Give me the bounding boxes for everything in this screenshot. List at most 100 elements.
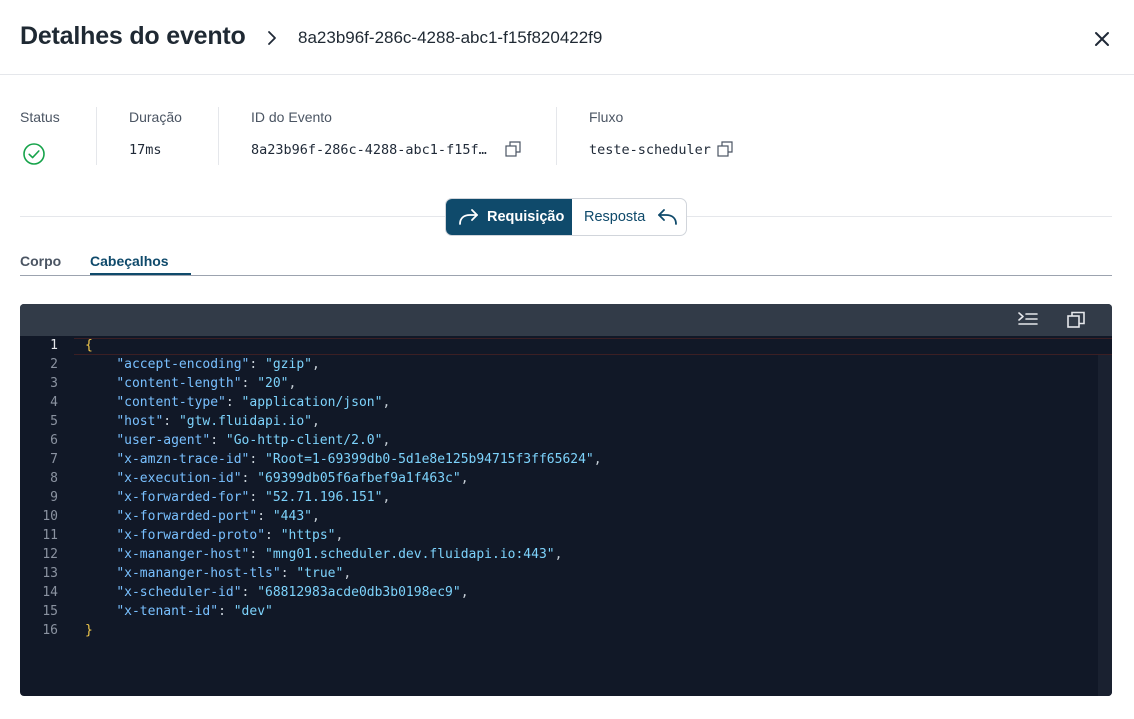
divider	[96, 107, 97, 165]
json-key: "x-execution-id"	[116, 471, 242, 486]
editor-scrollbar[interactable]	[1098, 355, 1112, 696]
flow-value: teste-scheduler	[589, 142, 711, 158]
divider	[556, 107, 557, 165]
code-content: "content-type": "application/json",	[116, 395, 391, 410]
code-content: "x-forwarded-proto": "https",	[116, 528, 344, 543]
line-number: 1	[50, 338, 58, 353]
json-value: "443"	[272, 509, 312, 524]
code-content: }	[85, 621, 93, 640]
line-number: 9	[50, 490, 58, 505]
request-toggle-label: Requisição	[487, 209, 565, 225]
redo-arrow-icon	[459, 209, 478, 225]
json-value: "Go-http-client/2.0"	[225, 433, 383, 448]
code-line: 9 "x-forwarded-for": "52.71.196.151",	[20, 488, 1098, 507]
code-line: 6 "user-agent": "Go-http-client/2.0",	[20, 431, 1098, 450]
response-toggle-button[interactable]: Resposta	[572, 199, 686, 235]
tab-body[interactable]: Corpo	[20, 253, 61, 269]
copy-icon[interactable]	[1066, 311, 1086, 329]
line-number: 12	[42, 547, 58, 562]
code-line: 3 "content-length": "20",	[20, 374, 1098, 393]
close-icon[interactable]	[1092, 29, 1112, 49]
code-line: 2 "accept-encoding": "gzip",	[20, 355, 1098, 374]
line-number: 14	[42, 585, 58, 600]
code-line: 14 "x-scheduler-id": "68812983acde0db3b0…	[20, 583, 1098, 602]
code-content: "host": "gtw.fluidapi.io",	[116, 414, 320, 429]
json-key: "accept-encoding"	[116, 357, 250, 372]
json-value: "gzip"	[265, 357, 312, 372]
line-number: 7	[50, 452, 58, 467]
request-response-toggle: Requisição Resposta	[445, 198, 687, 236]
line-number: 11	[42, 528, 58, 543]
event-id-value: 8a23b96f-286c-4288-abc1-f15f…	[251, 142, 487, 158]
code-line: 4 "content-type": "application/json",	[20, 393, 1098, 412]
json-value: "application/json"	[241, 395, 383, 410]
code-line: 12 "x-mananger-host": "mng01.scheduler.d…	[20, 545, 1098, 564]
reply-arrow-icon	[658, 209, 678, 225]
code-line: 8 "x-execution-id": "69399db05f6afbef9a1…	[20, 469, 1098, 488]
json-value: "69399db05f6afbef9a1f463c"	[257, 471, 461, 486]
json-key: "x-forwarded-proto"	[116, 528, 266, 543]
code-content: "x-forwarded-for": "52.71.196.151",	[116, 490, 391, 505]
code-area[interactable]: 1{2 "accept-encoding": "gzip", 3 "content…	[20, 336, 1112, 696]
duration-value: 17ms	[129, 142, 162, 158]
json-value: "68812983acde0db3b0198ec9"	[257, 585, 461, 600]
active-tab-indicator	[90, 273, 191, 275]
editor-toolbar	[20, 304, 1112, 336]
code-content: "x-amzn-trace-id": "Root=1-69399db0-5d1e…	[116, 452, 602, 467]
code-line: 7 "x-amzn-trace-id": "Root=1-69399db0-5d…	[20, 450, 1098, 469]
code-line: 15 "x-tenant-id": "dev"	[20, 602, 1098, 621]
tab-headers[interactable]: Cabeçalhos	[90, 253, 169, 269]
format-indent-icon[interactable]	[1018, 311, 1038, 329]
code-content: "user-agent": "Go-http-client/2.0",	[116, 433, 391, 448]
response-toggle-label: Resposta	[584, 209, 646, 225]
json-key: "x-amzn-trace-id"	[116, 452, 250, 467]
json-key: "x-forwarded-port"	[116, 509, 258, 524]
line-number: 6	[50, 433, 58, 448]
json-value: "dev"	[233, 604, 273, 619]
line-number: 5	[50, 414, 58, 429]
line-number: 3	[50, 376, 58, 391]
code-editor[interactable]: 1{2 "accept-encoding": "gzip", 3 "content…	[20, 304, 1112, 696]
json-key: "host"	[116, 414, 164, 429]
json-key: "x-mananger-host-tls"	[116, 566, 281, 581]
copy-icon[interactable]	[505, 141, 521, 157]
line-number: 15	[42, 604, 58, 619]
code-line: 11 "x-forwarded-proto": "https",	[20, 526, 1098, 545]
code-line: 16}	[20, 621, 1098, 640]
line-number: 16	[42, 623, 58, 638]
code-content: {	[85, 336, 93, 355]
code-content: "x-tenant-id": "dev"	[116, 604, 273, 619]
code-content: "x-execution-id": "69399db05f6afbef9a1f4…	[116, 471, 469, 486]
request-toggle-button[interactable]: Requisição	[446, 199, 572, 235]
code-content: "x-mananger-host": "mng01.scheduler.dev.…	[116, 547, 563, 562]
line-number: 8	[50, 471, 58, 486]
code-line: 5 "host": "gtw.fluidapi.io",	[20, 412, 1098, 431]
json-key: "x-scheduler-id"	[116, 585, 242, 600]
json-value: "true"	[296, 566, 344, 581]
json-value: "mng01.scheduler.dev.fluidapi.io:443"	[265, 547, 555, 562]
json-key: "user-agent"	[116, 433, 211, 448]
json-key: "x-mananger-host"	[116, 547, 250, 562]
json-key: "x-tenant-id"	[116, 604, 219, 619]
divider	[218, 107, 219, 165]
modal-header: Detalhes do evento 8a23b96f-286c-4288-ab…	[0, 0, 1134, 75]
tab-bar: Corpo Cabeçalhos	[20, 253, 1112, 276]
json-key: "x-forwarded-for"	[116, 490, 250, 505]
copy-icon[interactable]	[717, 141, 733, 157]
json-value: "gtw.fluidapi.io"	[178, 414, 312, 429]
json-brace: {	[85, 338, 93, 353]
status-label: Status	[20, 109, 60, 125]
code-content: "x-scheduler-id": "68812983acde0db3b0198…	[116, 585, 469, 600]
json-brace: }	[85, 623, 93, 638]
json-key: "content-length"	[116, 376, 242, 391]
line-number: 2	[50, 357, 58, 372]
line-number: 13	[42, 566, 58, 581]
flow-label: Fluxo	[589, 109, 624, 125]
chevron-right-icon	[268, 31, 276, 45]
duration-label: Duração	[129, 109, 182, 125]
code-line: 13 "x-mananger-host-tls": "true",	[20, 564, 1098, 583]
code-content: "content-length": "20",	[116, 376, 297, 391]
line-number: 4	[50, 395, 58, 410]
code-content: "accept-encoding": "gzip",	[116, 357, 320, 372]
page-title: Detalhes do evento	[20, 22, 246, 50]
